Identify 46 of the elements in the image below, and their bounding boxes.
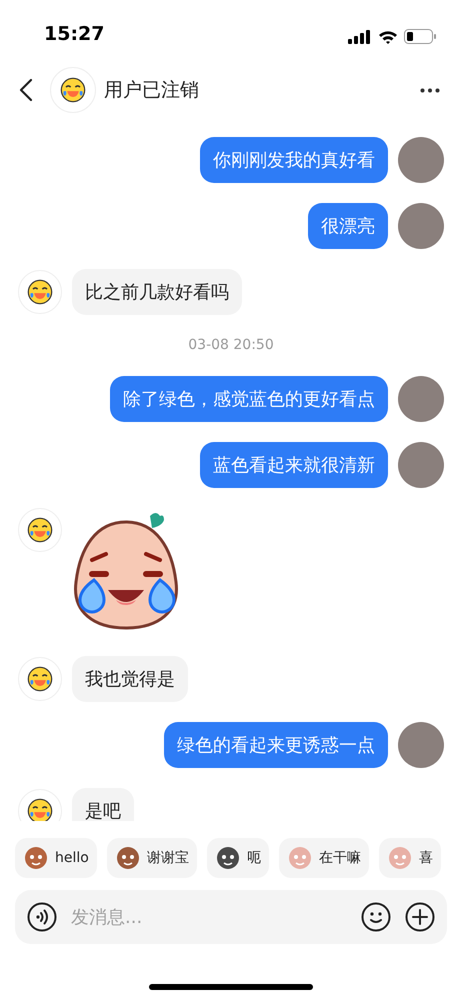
message-bubble: 你刚刚发我的真好看 bbox=[200, 137, 388, 183]
message-text-input[interactable]: 发消息... bbox=[71, 904, 347, 930]
message-bubble: 很漂亮 bbox=[308, 203, 388, 249]
emoji-icon[interactable] bbox=[361, 902, 391, 932]
avatar-icon[interactable] bbox=[18, 270, 62, 314]
quick-reply-chip[interactable]: hello bbox=[15, 838, 97, 878]
quick-reply-chip[interactable]: 在干嘛 bbox=[278, 838, 369, 878]
wifi-icon bbox=[378, 30, 398, 44]
more-icon[interactable] bbox=[420, 88, 440, 92]
sticker-icon bbox=[214, 845, 241, 871]
chip-label: 谢谢宝 bbox=[146, 848, 189, 868]
message-bubble: 比之前几款好看吗 bbox=[72, 269, 242, 315]
status-time: 15:27 bbox=[44, 22, 104, 46]
quick-reply-chip[interactable]: 喜 bbox=[378, 838, 441, 878]
chip-label: 呃 bbox=[246, 848, 261, 868]
message-bubble: 蓝色看起来就很清新 bbox=[200, 442, 388, 488]
message-bubble: 除了绿色，感觉蓝色的更好看点 bbox=[110, 376, 388, 422]
voice-icon[interactable] bbox=[27, 902, 57, 932]
sticker-icon bbox=[23, 845, 49, 871]
signal-icon bbox=[348, 30, 372, 44]
chip-label: hello bbox=[55, 848, 89, 868]
timestamp: 03-08 20:50 bbox=[188, 336, 274, 355]
avatar-photo-placeholder[interactable] bbox=[398, 137, 444, 183]
back-icon[interactable] bbox=[18, 78, 34, 102]
quick-reply-chip[interactable]: 谢谢宝 bbox=[106, 838, 197, 878]
chip-label: 在干嘛 bbox=[318, 848, 361, 868]
message-input-field[interactable]: 发消息... bbox=[15, 890, 447, 944]
avatar-icon[interactable] bbox=[18, 789, 62, 821]
avatar-photo-placeholder[interactable] bbox=[398, 203, 444, 249]
chip-label: 喜 bbox=[418, 848, 433, 868]
avatar-photo-placeholder[interactable] bbox=[398, 442, 444, 488]
sticker-icon bbox=[286, 845, 313, 871]
avatar-icon[interactable] bbox=[18, 508, 62, 552]
quick-reply-chip[interactable]: 呃 bbox=[206, 838, 269, 878]
avatar-photo-placeholder[interactable] bbox=[398, 722, 444, 768]
sticker-icon bbox=[386, 845, 413, 871]
avatar-icon[interactable] bbox=[50, 67, 96, 113]
avatar-photo-placeholder[interactable] bbox=[398, 376, 444, 422]
battery-icon bbox=[404, 29, 436, 44]
avatar-icon[interactable] bbox=[18, 657, 62, 701]
message-bubble: 是吧 bbox=[72, 788, 134, 821]
message-bubble: 我也觉得是 bbox=[72, 656, 188, 702]
chat-title: 用户已注销 bbox=[104, 78, 199, 103]
add-icon[interactable] bbox=[405, 902, 435, 932]
message-bubble: 绿色的看起来更诱惑一点 bbox=[164, 722, 388, 768]
sticker-icon bbox=[114, 845, 141, 871]
